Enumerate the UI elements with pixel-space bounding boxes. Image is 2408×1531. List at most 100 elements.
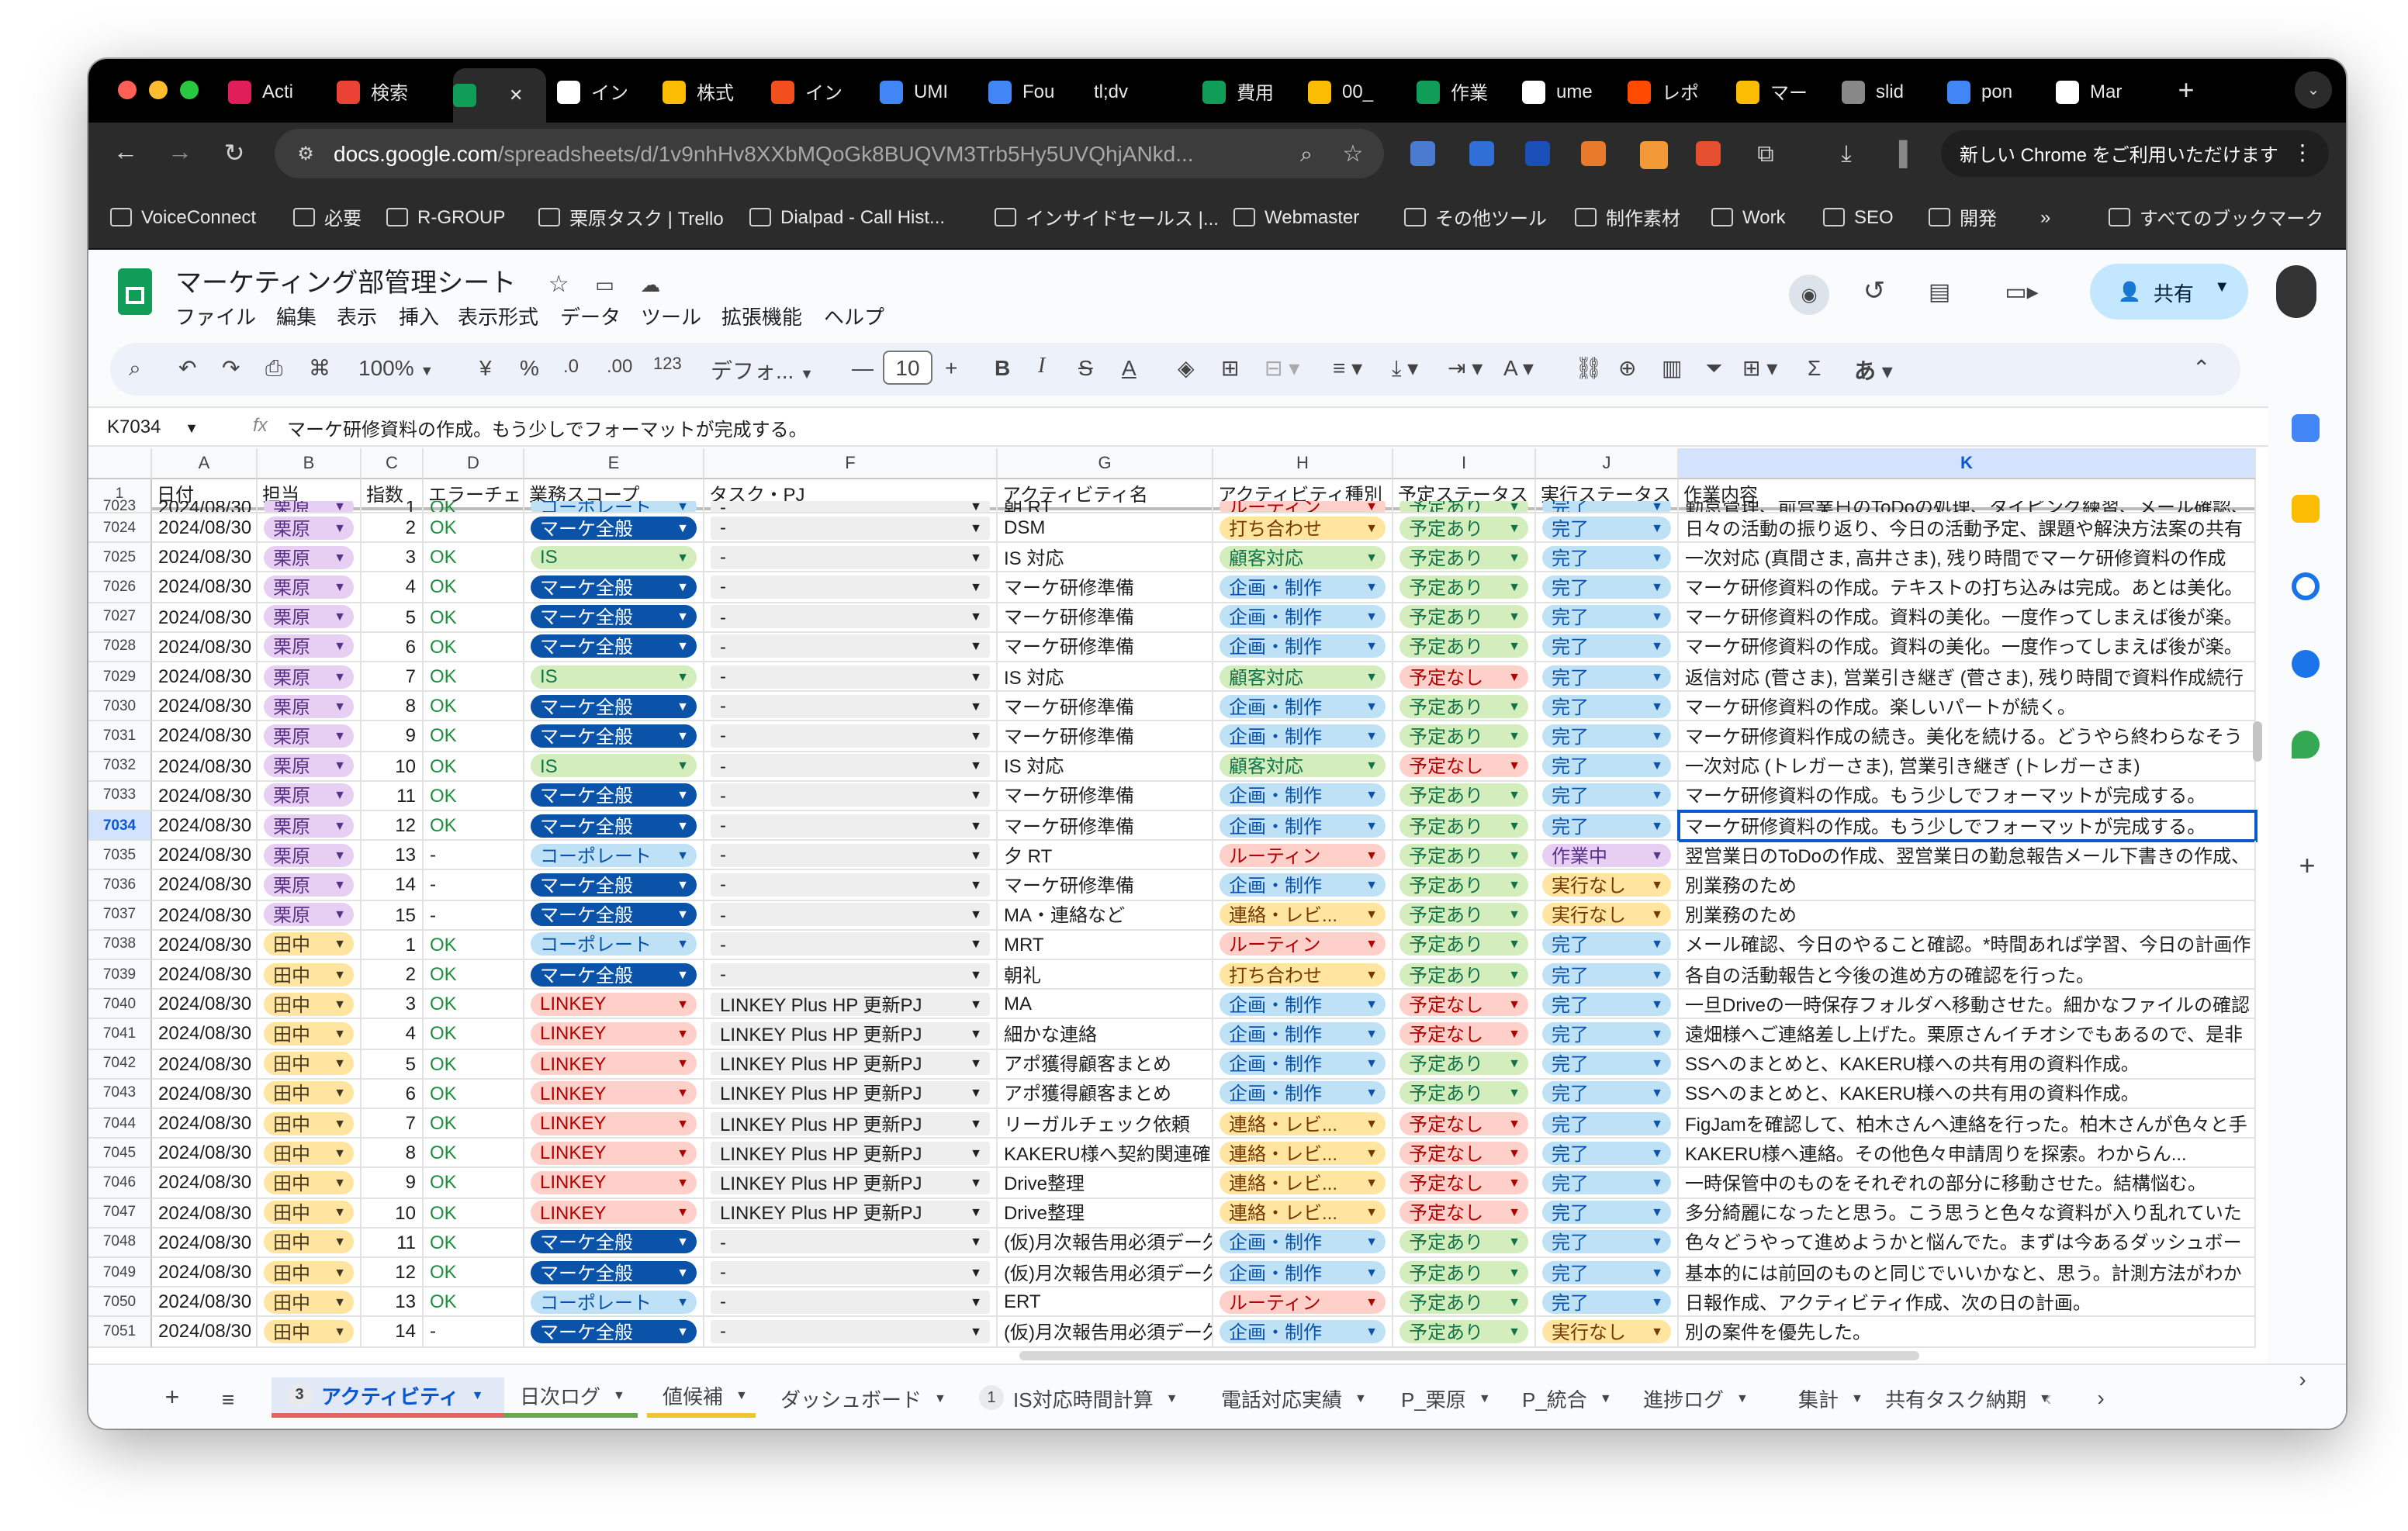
chevron-down-icon[interactable]: ▼ xyxy=(1479,1391,1491,1405)
chip-dropdown[interactable]: 栗原 ▼ xyxy=(264,545,354,569)
cell-b[interactable]: 栗原 ▼ xyxy=(258,692,362,722)
chip-dropdown[interactable]: 田中 ▼ xyxy=(264,1290,354,1314)
cell-b[interactable]: 田中 ▼ xyxy=(258,1079,362,1109)
cell-j[interactable]: 完了 ▼ xyxy=(1536,1079,1679,1109)
share-dropdown-icon[interactable]: ▼ xyxy=(2214,279,2230,296)
bookmark-item[interactable]: VoiceConnect xyxy=(110,202,256,233)
cell-b[interactable]: 栗原 ▼ xyxy=(258,543,362,573)
cell-i[interactable]: 予定あり ▼ xyxy=(1393,1079,1536,1109)
chip-dropdown[interactable]: 完了 ▼ xyxy=(1542,814,1671,838)
chip-dropdown[interactable]: LINKEY Plus HP 更新PJ ▼ xyxy=(711,1141,990,1165)
cell-b[interactable]: 栗原 ▼ xyxy=(258,603,362,633)
cell-e[interactable]: LINKEY ▼ xyxy=(524,1139,704,1169)
bookmark-item[interactable]: 栗原タスク | Trello xyxy=(538,202,724,233)
more-formats-button[interactable]: 123 xyxy=(653,355,682,374)
chip-dropdown[interactable]: 予定あり ▼ xyxy=(1399,783,1528,807)
browser-tab[interactable]: ✕ xyxy=(453,68,546,123)
cell-h[interactable]: 企画・制作 ▼ xyxy=(1213,1317,1393,1348)
chip-dropdown[interactable]: マーケ全般 ▼ xyxy=(531,873,697,897)
chip-dropdown[interactable]: 完了 ▼ xyxy=(1542,665,1671,689)
cell-h[interactable]: 顧客対応 ▼ xyxy=(1213,543,1393,573)
bookmark-item[interactable]: » xyxy=(2040,202,2050,233)
cell-a[interactable]: 2024/08/30 xyxy=(152,1317,258,1348)
row-header[interactable]: 7044 xyxy=(88,1109,152,1139)
cell-d[interactable]: OK xyxy=(424,721,524,752)
avatar[interactable] xyxy=(2276,265,2316,318)
chip-dropdown[interactable]: 完了 ▼ xyxy=(1542,1111,1671,1135)
cell-g[interactable]: マーケ研修準備 xyxy=(998,603,1213,633)
browser-tab[interactable]: UMI xyxy=(880,68,985,115)
merge-cells-icon[interactable]: ⊟ ▾ xyxy=(1265,355,1299,382)
cell-d[interactable]: OK xyxy=(424,692,524,722)
bookmark-item[interactable]: SEO xyxy=(1823,202,1894,233)
cell-e[interactable]: IS ▼ xyxy=(524,752,704,782)
cell-j[interactable]: 完了 ▼ xyxy=(1536,721,1679,752)
cell-k[interactable]: マーケ研修資料の作成。楽しいパートが続く。 xyxy=(1679,692,2256,722)
minimize-window-button[interactable] xyxy=(149,81,168,99)
row-header[interactable]: 7034 xyxy=(88,811,152,842)
chip-dropdown[interactable]: マーケ全般 ▼ xyxy=(531,575,697,599)
more-vert-icon[interactable]: ⋮ xyxy=(2292,140,2313,166)
comments-icon[interactable]: ▤ xyxy=(1922,275,1956,309)
cell-k[interactable]: SSへのまとめと、KAKERU様への共有用の資料作成。 xyxy=(1679,1049,2256,1080)
select-all-corner[interactable] xyxy=(88,448,152,479)
chip-dropdown[interactable]: 完了 ▼ xyxy=(1542,1021,1671,1045)
chip-dropdown[interactable]: 企画・制作 ▼ xyxy=(1220,1081,1386,1105)
cell-b[interactable]: 田中 ▼ xyxy=(258,1168,362,1199)
chip-dropdown[interactable]: 予定あり ▼ xyxy=(1399,873,1528,897)
chip-dropdown[interactable]: 田中 ▼ xyxy=(264,1260,354,1284)
chip-dropdown[interactable]: 栗原 ▼ xyxy=(264,783,354,807)
cell-j[interactable]: 完了 ▼ xyxy=(1536,781,1679,811)
chip-dropdown[interactable]: 完了 ▼ xyxy=(1542,694,1671,718)
chip-dropdown[interactable]: 田中 ▼ xyxy=(264,1081,354,1105)
collapse-menu-icon[interactable]: ⌃ xyxy=(2192,355,2210,382)
increase-decimal-button[interactable]: .00 xyxy=(607,355,632,377)
font-size-input[interactable]: 10 xyxy=(883,351,932,385)
column-header-a[interactable]: A xyxy=(152,448,258,479)
chip-dropdown[interactable]: 完了 ▼ xyxy=(1542,1170,1671,1194)
chip-dropdown[interactable]: 予定あり ▼ xyxy=(1399,634,1528,658)
cell-c[interactable]: 9 xyxy=(362,721,424,752)
cell-g[interactable]: マーケ研修準備 xyxy=(998,811,1213,842)
cell-c[interactable]: 10 xyxy=(362,752,424,782)
cell-e[interactable]: マーケ全般 ▼ xyxy=(524,513,704,544)
row-header[interactable]: 7040 xyxy=(88,990,152,1020)
cell-e[interactable]: マーケ全般 ▼ xyxy=(524,781,704,811)
cell-h[interactable]: 企画・制作 ▼ xyxy=(1213,1049,1393,1080)
browser-tab[interactable]: 費用 xyxy=(1202,68,1308,115)
filter-icon[interactable]: ⏷ xyxy=(1705,355,1722,382)
chip-dropdown[interactable]: - ▼ xyxy=(711,665,990,689)
row-header[interactable]: 7039 xyxy=(88,960,152,990)
chip-dropdown[interactable]: 企画・制作 ▼ xyxy=(1220,1230,1386,1254)
cell-k[interactable]: 一時保管中のものをそれぞれの部分に移動させた。結構悩む。 xyxy=(1679,1168,2256,1199)
row-header[interactable]: 7024 xyxy=(88,513,152,544)
cell-j[interactable]: 完了 ▼ xyxy=(1536,1258,1679,1288)
cell-g[interactable]: マーケ研修準備 xyxy=(998,692,1213,722)
name-box[interactable]: K7034 ▼ xyxy=(107,416,199,437)
chip-dropdown[interactable]: ルーティン ▼ xyxy=(1220,1290,1386,1314)
cell-b[interactable]: 栗原 ▼ xyxy=(258,501,362,513)
row-header[interactable]: 7023 xyxy=(88,498,152,515)
cell-j[interactable]: 実行なし ▼ xyxy=(1536,870,1679,901)
cell-h[interactable]: ルーティン ▼ xyxy=(1213,841,1393,871)
cell-c[interactable]: 3 xyxy=(362,543,424,573)
cell-a[interactable]: 2024/08/30 xyxy=(152,1168,258,1199)
cell-d[interactable]: OK xyxy=(424,501,524,513)
cell-d[interactable]: - xyxy=(424,900,524,931)
bookmark-item[interactable]: Dialpad - Call Hist... xyxy=(749,202,945,233)
cell-c[interactable]: 8 xyxy=(362,1139,424,1169)
browser-tab[interactable]: 検索 xyxy=(337,68,442,115)
cell-d[interactable]: OK xyxy=(424,1109,524,1139)
cell-h[interactable]: 企画・制作 ▼ xyxy=(1213,1019,1393,1050)
cell-a[interactable]: 2024/08/30 xyxy=(152,632,258,662)
cell-g[interactable]: Drive整理 xyxy=(998,1198,1213,1229)
cell-i[interactable]: 予定なし ▼ xyxy=(1393,662,1536,693)
chip-dropdown[interactable]: LINKEY Plus HP 更新PJ ▼ xyxy=(711,1201,990,1225)
extension-icon[interactable] xyxy=(1581,141,1606,166)
chip-dropdown[interactable]: 完了 ▼ xyxy=(1542,516,1671,540)
chevron-down-icon[interactable]: ▼ xyxy=(735,1388,748,1402)
italic-button[interactable]: I xyxy=(1038,355,1045,380)
cell-k[interactable]: 多分綺麗になったと思う。こう思うと色々な資料が入り乱れていた xyxy=(1679,1198,2256,1229)
chip-dropdown[interactable]: 企画・制作 ▼ xyxy=(1220,992,1386,1016)
new-tab-plus-icon[interactable]: + xyxy=(2171,74,2202,105)
